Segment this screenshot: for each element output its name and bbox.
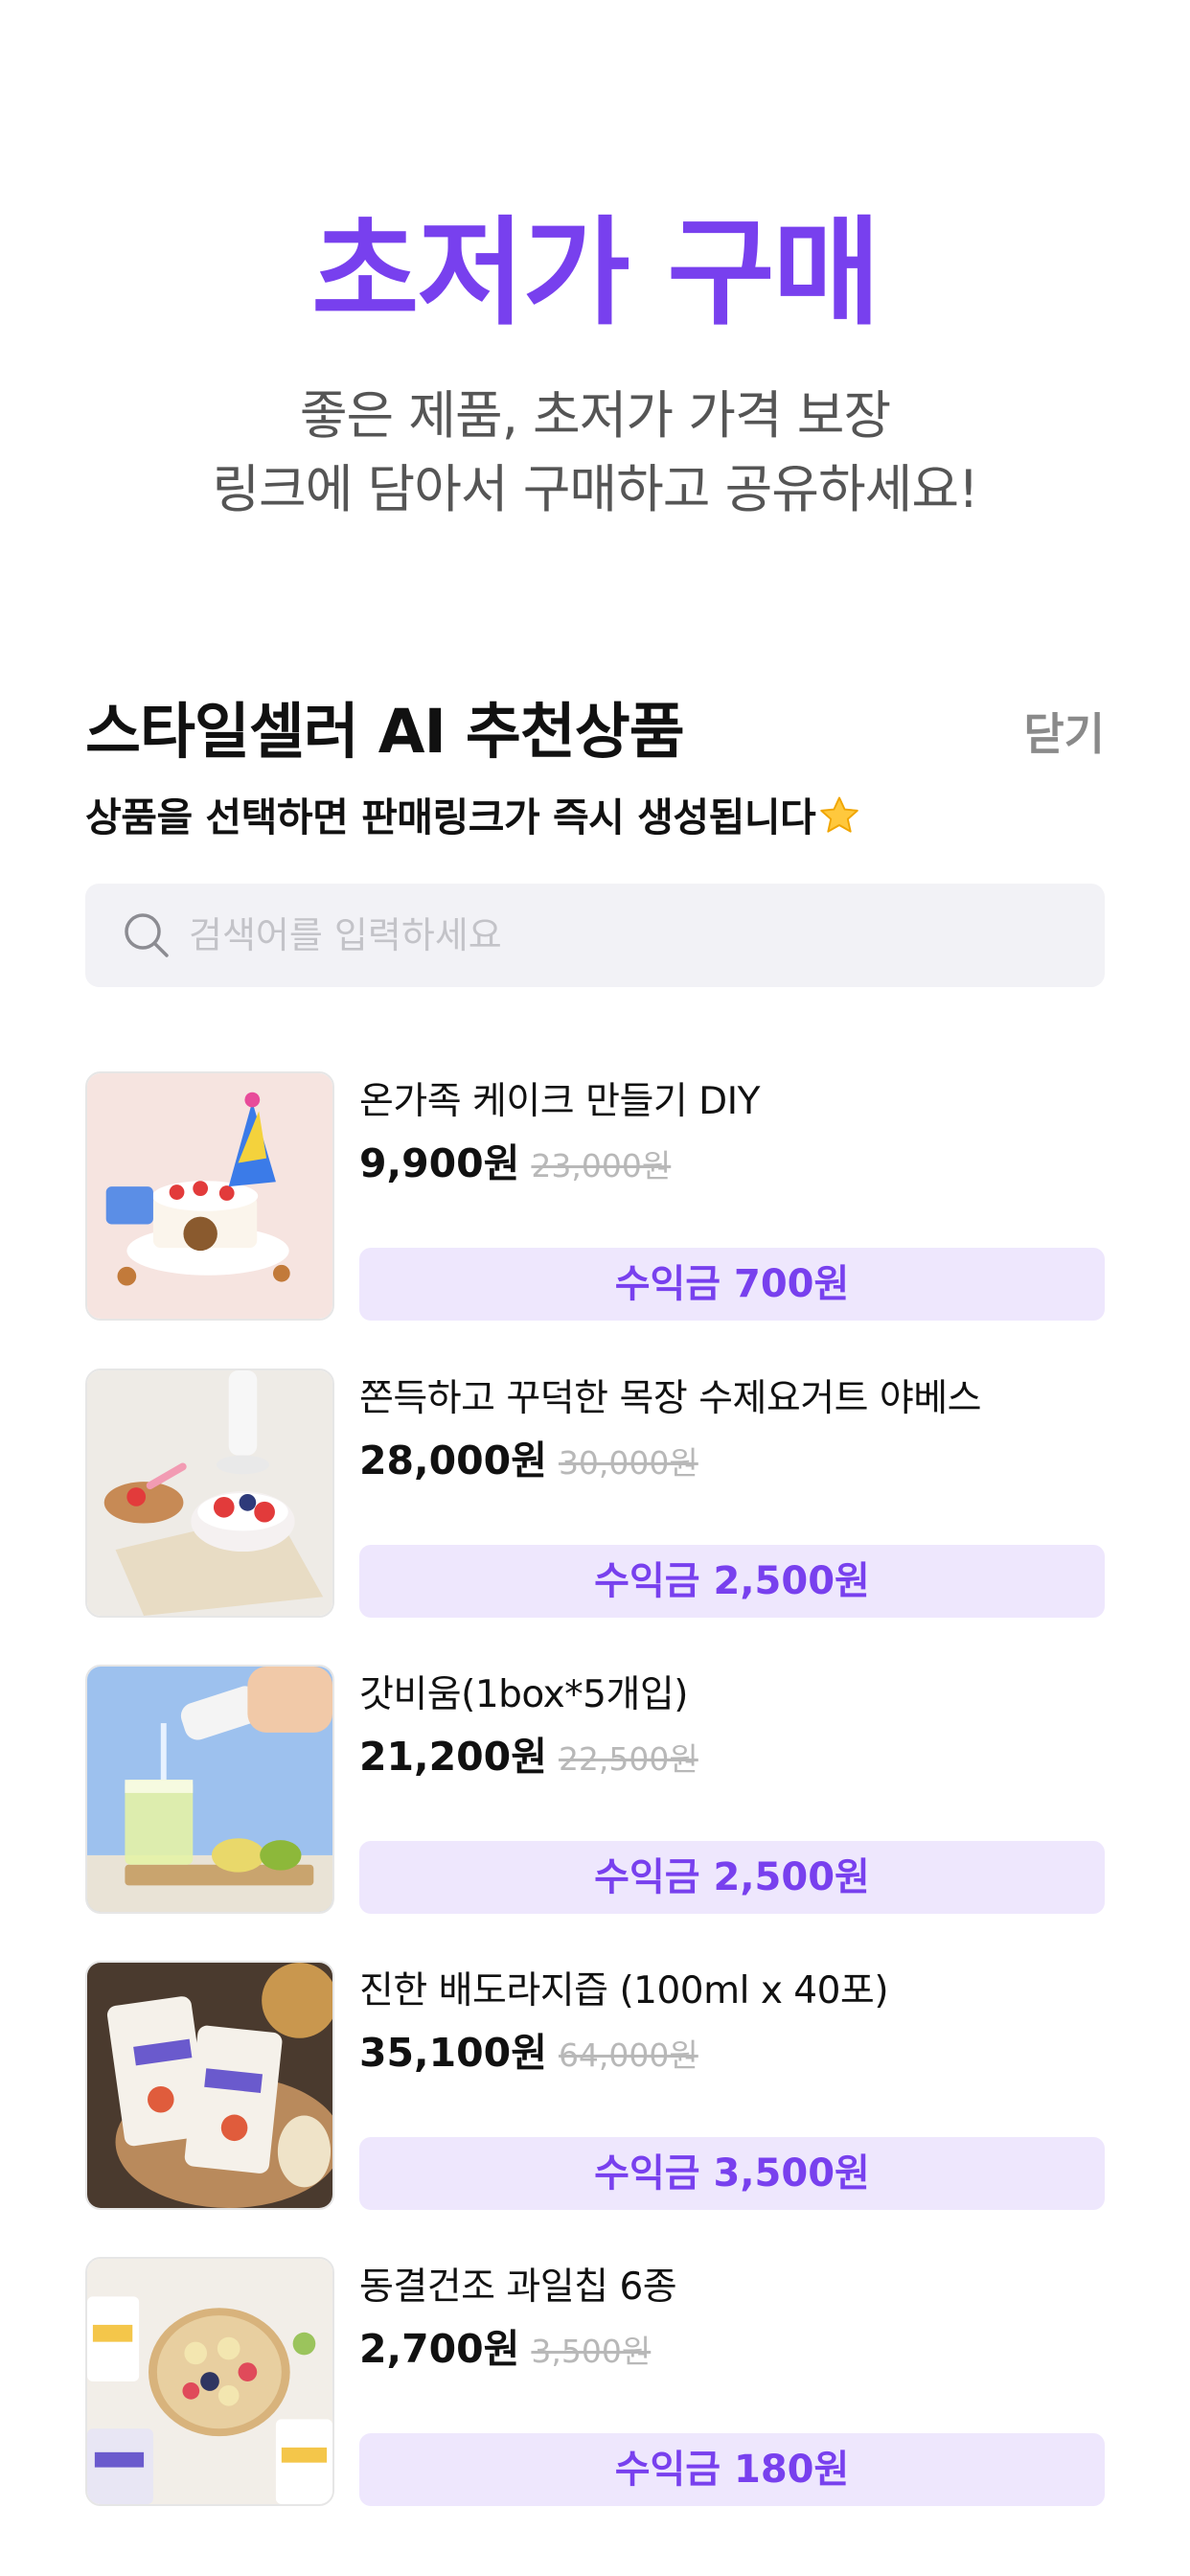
product-name: 쫀득하고 꾸덕한 목장 수제요거트 야베스 — [359, 1377, 982, 1420]
product-item[interactable]: 온가족 케이크 만들기 DIY 9,900원 23,000원 수익금 700원 — [85, 1071, 1105, 1322]
search-icon — [125, 913, 169, 957]
section-title: 스타일셀러 AI 추천상품 — [85, 697, 685, 767]
profit-button[interactable]: 수익금 2,500원 — [359, 1841, 1105, 1914]
hero-subtitle-line1: 좋은 제품, 초저가 가격 보장 — [299, 385, 891, 446]
product-name: 진한 배도라지즙 (100ml x 40포) — [359, 1969, 889, 2012]
cake-diy-photo[interactable] — [85, 1071, 334, 1321]
product-name: 동결건조 과일칩 6종 — [359, 2266, 677, 2309]
product-price: 35,100원 64,000원 — [359, 2026, 698, 2082]
original-price: 3,500원 — [531, 2333, 652, 2370]
product-item[interactable]: 갓비움(1box*5개입) 21,200원 22,500원 수익금 2,500원 — [85, 1665, 1105, 1916]
close-button[interactable]: 닫기 — [1023, 703, 1105, 765]
original-price: 22,500원 — [558, 1740, 698, 1778]
drink-pour-photo[interactable] — [85, 1665, 334, 1914]
section-subtitle: 상품을 선택하면 판매링크가 즉시 생성됩니다 — [85, 788, 861, 847]
fruit-chips-photo[interactable] — [85, 2257, 334, 2506]
search-bar[interactable] — [85, 884, 1105, 987]
original-price: 64,000원 — [558, 2036, 698, 2074]
yogurt-photo[interactable] — [85, 1368, 334, 1618]
product-name: 온가족 케이크 만들기 DIY — [359, 1080, 760, 1123]
product-price: 21,200원 22,500원 — [359, 1730, 698, 1786]
sale-price: 9,900원 — [359, 1140, 520, 1186]
product-price: 28,000원 30,000원 — [359, 1434, 698, 1490]
sale-price: 2,700원 — [359, 2326, 520, 2372]
profit-button[interactable]: 수익금 3,500원 — [359, 2137, 1105, 2210]
profit-button[interactable]: 수익금 180원 — [359, 2433, 1105, 2506]
profit-button[interactable]: 수익금 2,500원 — [359, 1545, 1105, 1618]
sale-price: 21,200원 — [359, 1734, 547, 1780]
page-title: 초저가 구매 — [311, 205, 881, 341]
product-price: 9,900원 23,000원 — [359, 1137, 671, 1193]
product-item[interactable]: 쫀득하고 꾸덕한 목장 수제요거트 야베스 28,000원 30,000원 수익금… — [85, 1368, 1105, 1620]
pear-juice-pouch-photo[interactable] — [85, 1961, 334, 2210]
search-input[interactable] — [189, 884, 1080, 987]
product-name: 갓비움(1box*5개입) — [359, 1673, 688, 1716]
section-subtitle-text: 상품을 선택하면 판매링크가 즉시 생성됩니다 — [85, 794, 816, 840]
sale-price: 28,000원 — [359, 1438, 547, 1484]
product-item[interactable]: 동결건조 과일칩 6종 2,700원 3,500원 수익금 180원 — [85, 2257, 1105, 2508]
original-price: 23,000원 — [531, 1147, 672, 1184]
product-item[interactable]: 진한 배도라지즙 (100ml x 40포) 35,100원 64,000원 수익… — [85, 1961, 1105, 2212]
product-price: 2,700원 3,500원 — [359, 2322, 651, 2379]
sale-price: 35,100원 — [359, 2030, 547, 2076]
profit-button[interactable]: 수익금 700원 — [359, 1248, 1105, 1321]
hero-subtitle-line2: 링크에 담아서 구매하고 공유하세요! — [212, 459, 978, 519]
star-emoji-icon — [820, 796, 859, 833]
original-price: 30,000원 — [558, 1444, 698, 1482]
